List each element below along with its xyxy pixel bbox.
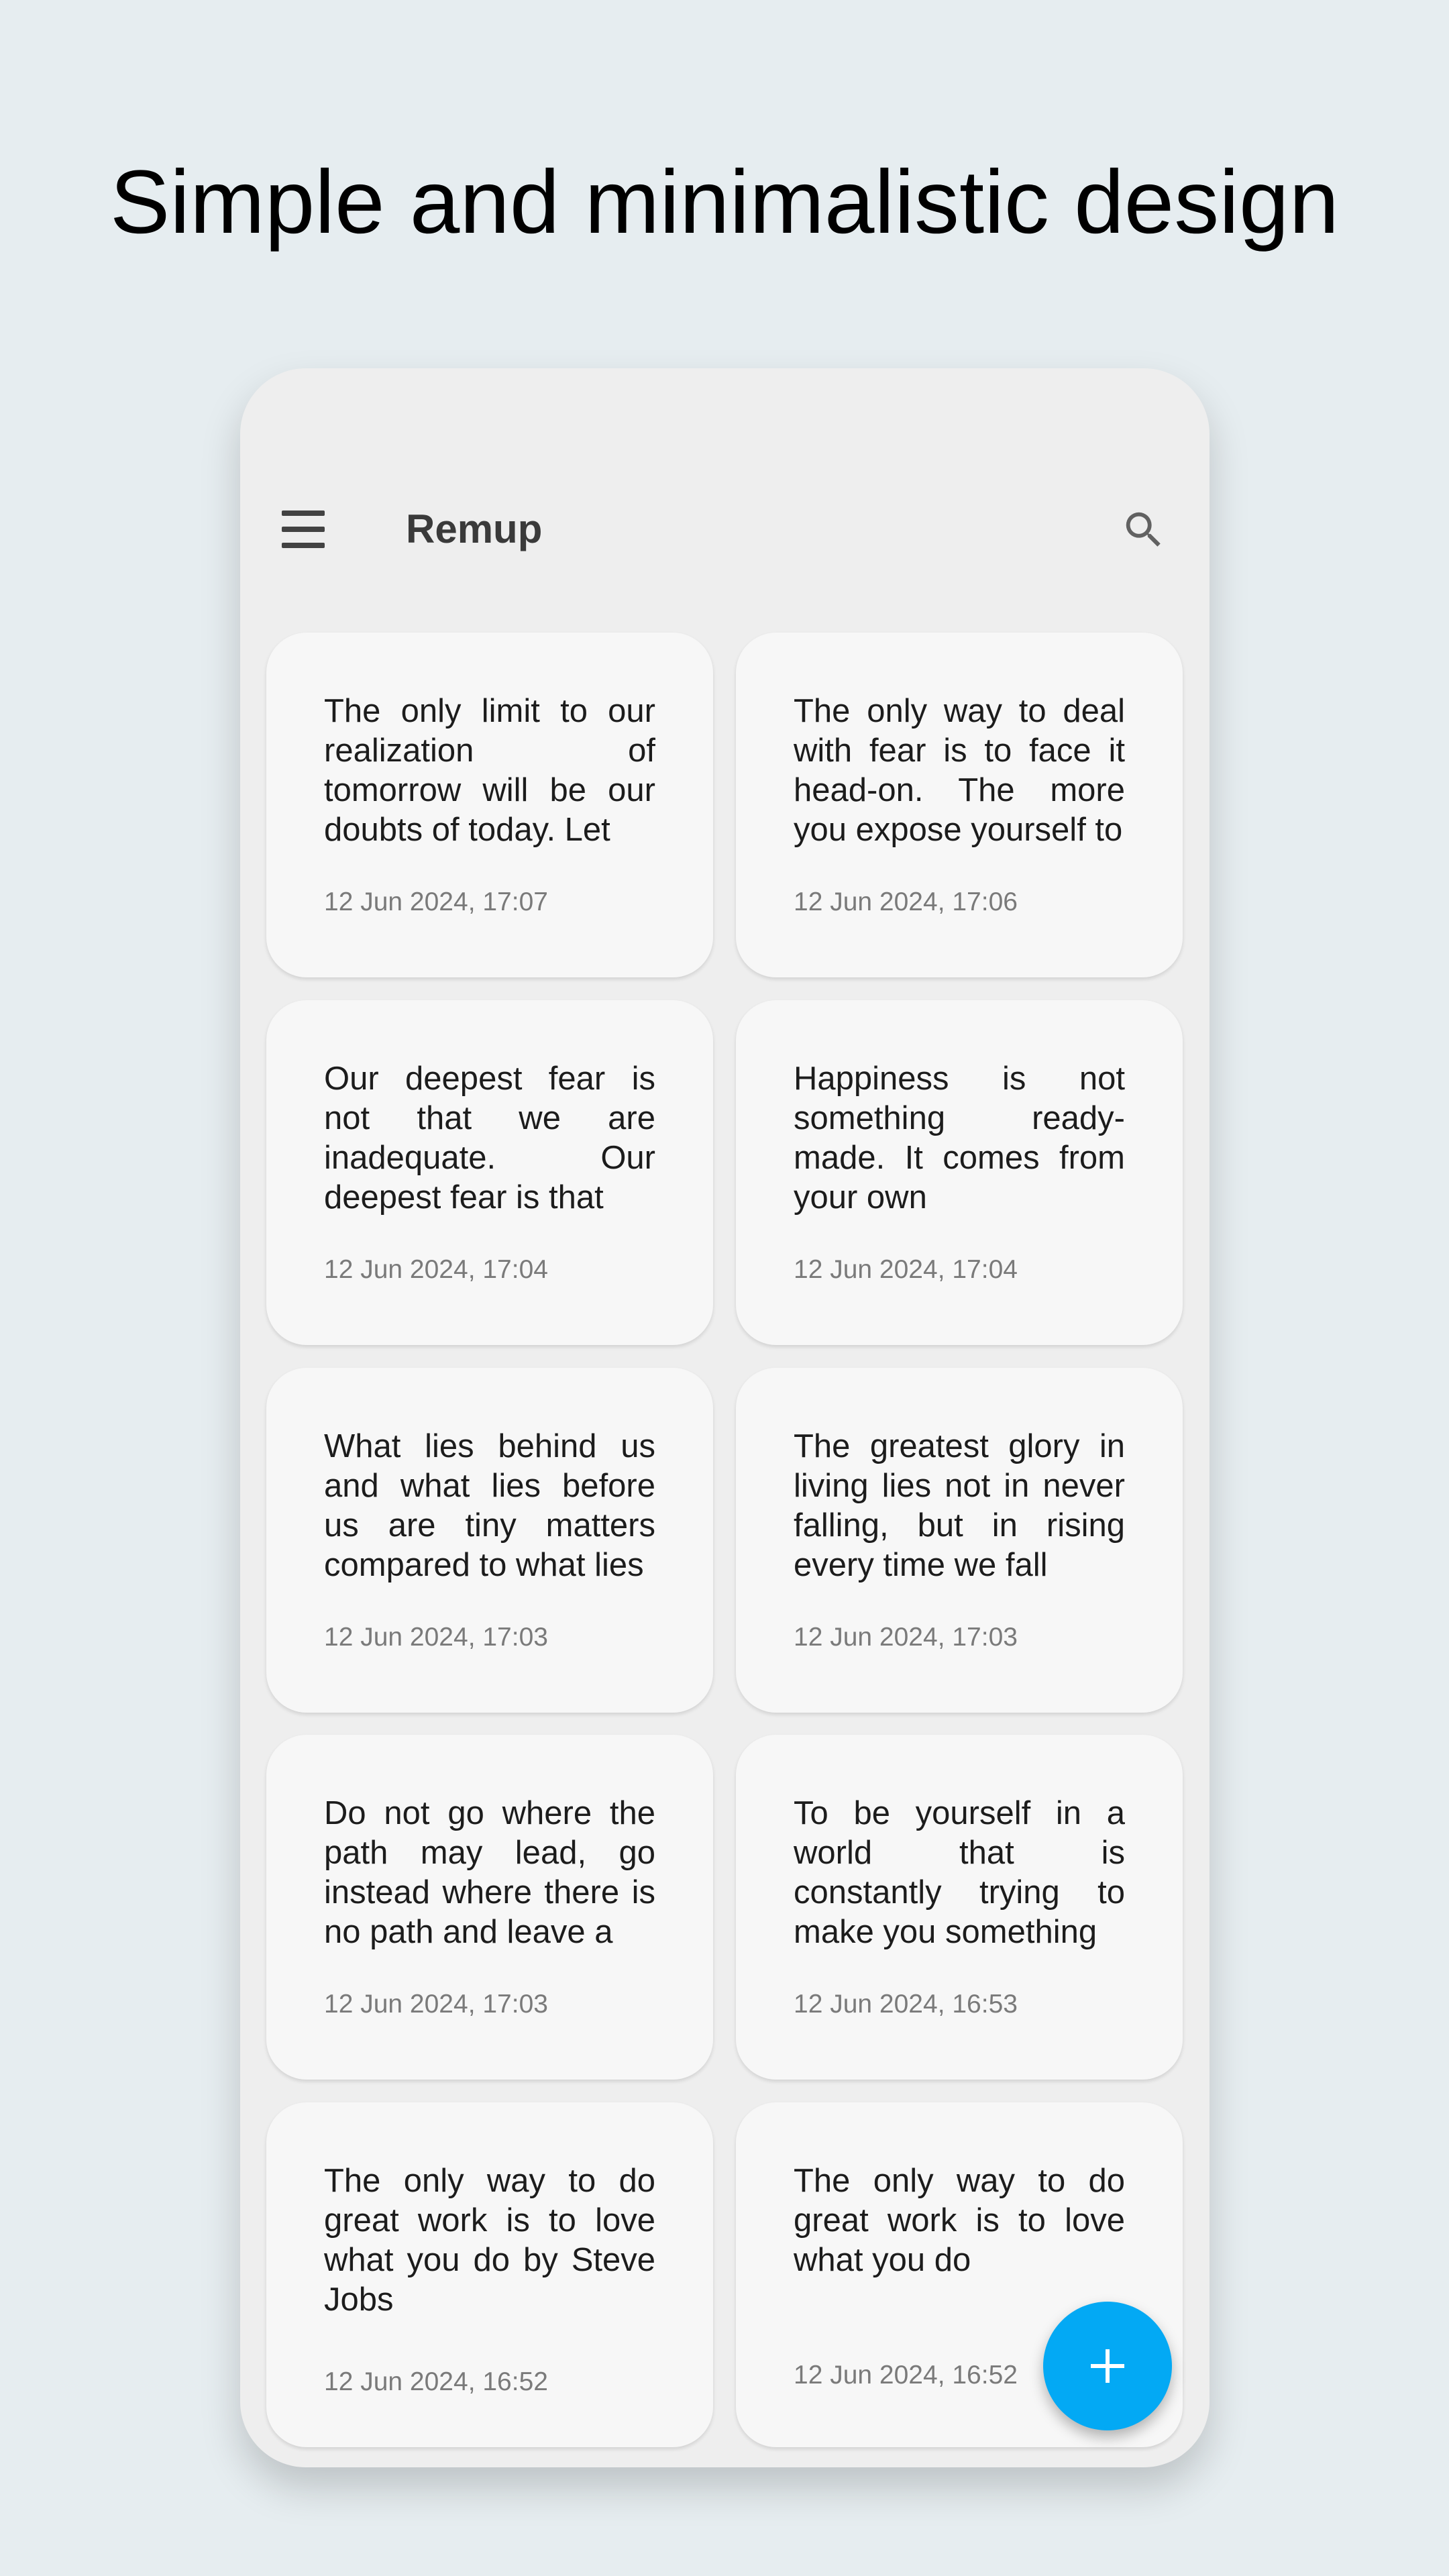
note-text: Our deepest fear is not that we are inad… <box>324 1061 655 1216</box>
note-card[interactable]: The only limit to our realization of tom… <box>266 633 713 977</box>
promo-headline: Simple and minimalistic design <box>109 152 1340 252</box>
add-note-button[interactable] <box>1043 2302 1172 2430</box>
note-card[interactable]: The greatest glory in living lies not in… <box>736 1368 1183 1713</box>
note-card[interactable]: Happiness is not something ready-made. I… <box>736 1000 1183 1345</box>
note-text: To be yourself in a world that is consta… <box>794 1795 1125 1950</box>
note-text: The only way to do great work is to love… <box>324 2163 655 2318</box>
note-date: 12 Jun 2024, 17:03 <box>324 1990 548 2019</box>
note-card[interactable]: The only way to deal with fear is to fac… <box>736 633 1183 977</box>
note-card[interactable]: Our deepest fear is not that we are inad… <box>266 1000 713 1345</box>
note-card[interactable]: To be yourself in a world that is consta… <box>736 1735 1183 2080</box>
note-date: 12 Jun 2024, 16:52 <box>794 2361 1018 2390</box>
note-card[interactable]: Do not go where the path may lead, go in… <box>266 1735 713 2080</box>
note-text: Do not go where the path may lead, go in… <box>324 1795 655 1950</box>
note-date: 12 Jun 2024, 16:53 <box>794 1990 1018 2019</box>
search-icon[interactable] <box>1120 506 1167 553</box>
note-date: 12 Jun 2024, 17:03 <box>324 1623 548 1652</box>
phone-screen: Remup The only limit to our realization … <box>240 368 1210 2467</box>
note-date: 12 Jun 2024, 16:52 <box>324 2367 548 2396</box>
note-date: 12 Jun 2024, 17:06 <box>794 888 1018 916</box>
note-text: The greatest glory in living lies not in… <box>794 1428 1125 1583</box>
note-text: The only limit to our realization of tom… <box>324 693 655 848</box>
note-date: 12 Jun 2024, 17:04 <box>324 1255 548 1284</box>
note-date: 12 Jun 2024, 17:04 <box>794 1255 1018 1284</box>
note-text: What lies behind us and what lies before… <box>324 1428 655 1583</box>
note-text: The only way to deal with fear is to fac… <box>794 693 1125 848</box>
note-card[interactable]: The only way to do great work is to love… <box>266 2102 713 2447</box>
app-title: Remup <box>406 506 543 551</box>
note-card[interactable]: What lies behind us and what lies before… <box>266 1368 713 1713</box>
menu-icon[interactable] <box>282 511 325 548</box>
note-text: Happiness is not something ready-made. I… <box>794 1061 1125 1216</box>
note-date: 12 Jun 2024, 17:07 <box>324 888 548 916</box>
note-date: 12 Jun 2024, 17:03 <box>794 1623 1018 1652</box>
note-text: The only way to do great work is to love… <box>794 2163 1125 2278</box>
